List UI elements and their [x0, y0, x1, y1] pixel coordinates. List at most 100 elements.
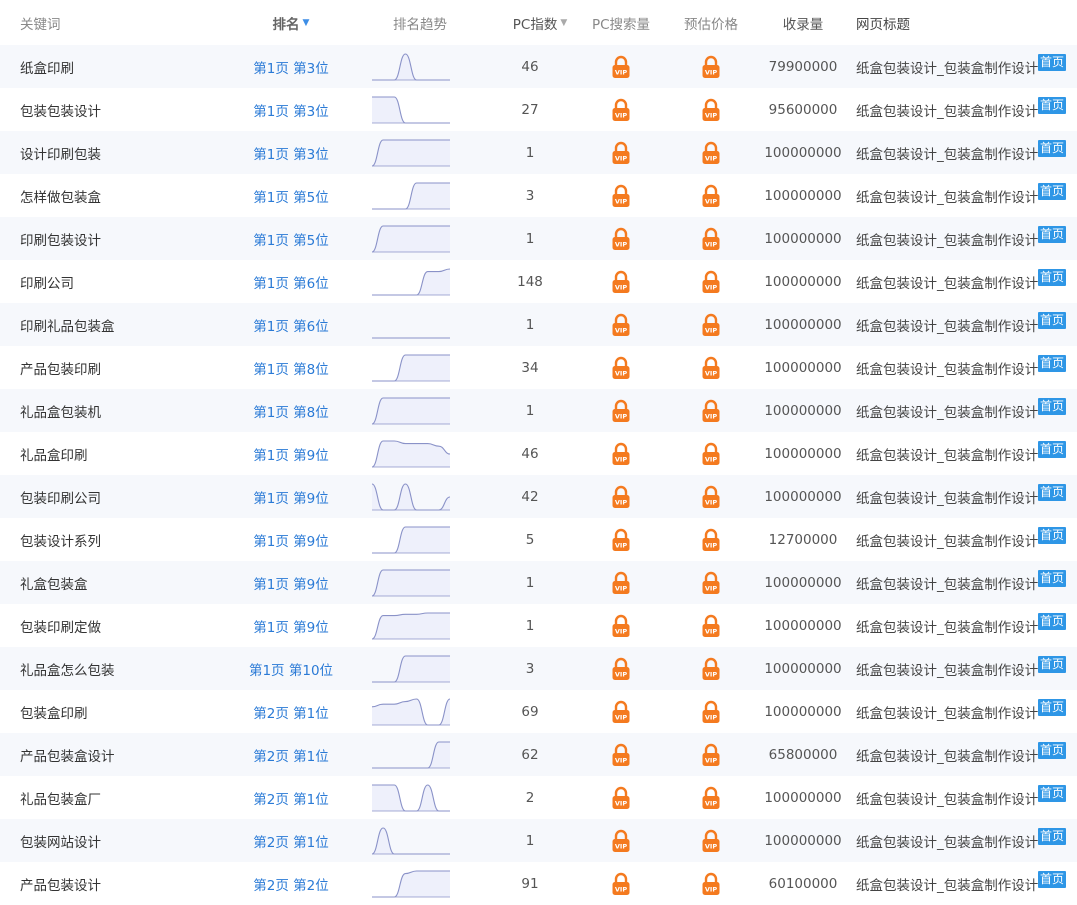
vip-lock-icon[interactable]: VIP: [675, 690, 747, 733]
page-title-link[interactable]: 纸盒包装设计_包装盒制作设计: [856, 862, 1042, 905]
rank-link[interactable]: 第1页 第3位: [232, 45, 350, 88]
rank-link[interactable]: 第1页 第8位: [232, 346, 350, 389]
svg-text:VIP: VIP: [615, 154, 627, 162]
vip-lock-icon[interactable]: VIP: [585, 131, 657, 174]
vip-lock-icon[interactable]: VIP: [675, 432, 747, 475]
rank-link[interactable]: 第2页 第1位: [232, 819, 350, 862]
rank-link[interactable]: 第1页 第5位: [232, 217, 350, 260]
vip-lock-icon[interactable]: VIP: [585, 346, 657, 389]
homepage-badge-cell: 首页: [1038, 518, 1066, 561]
homepage-badge: 首页: [1038, 312, 1066, 329]
vip-lock-icon[interactable]: VIP: [675, 733, 747, 776]
vip-lock-icon[interactable]: VIP: [675, 647, 747, 690]
page-title-link[interactable]: 纸盒包装设计_包装盒制作设计: [856, 432, 1042, 475]
vip-lock-icon[interactable]: VIP: [585, 690, 657, 733]
svg-text:VIP: VIP: [615, 885, 627, 893]
svg-text:VIP: VIP: [615, 197, 627, 205]
page-title-link[interactable]: 纸盒包装设计_包装盒制作设计: [856, 88, 1042, 131]
rank-link[interactable]: 第1页 第9位: [232, 561, 350, 604]
vip-lock-icon[interactable]: VIP: [675, 303, 747, 346]
vip-lock-icon[interactable]: VIP: [585, 45, 657, 88]
homepage-badge-cell: 首页: [1038, 733, 1066, 776]
indexed-count-cell: 100000000: [764, 488, 842, 505]
vip-lock-icon[interactable]: VIP: [675, 217, 747, 260]
page-title-link[interactable]: 纸盒包装设计_包装盒制作设计: [856, 561, 1042, 604]
rank-link[interactable]: 第1页 第10位: [232, 647, 350, 690]
page-title-link[interactable]: 纸盒包装设计_包装盒制作设计: [856, 174, 1042, 217]
page-title-link[interactable]: 纸盒包装设计_包装盒制作设计: [856, 346, 1042, 389]
vip-lock-icon[interactable]: VIP: [585, 819, 657, 862]
rank-link[interactable]: 第2页 第1位: [232, 776, 350, 819]
vip-lock-icon[interactable]: VIP: [675, 131, 747, 174]
rank-link[interactable]: 第1页 第9位: [232, 518, 350, 561]
vip-lock-icon[interactable]: VIP: [585, 862, 657, 905]
vip-lock-icon[interactable]: VIP: [675, 260, 747, 303]
rank-link[interactable]: 第1页 第3位: [232, 88, 350, 131]
vip-lock-icon[interactable]: VIP: [675, 174, 747, 217]
svg-text:VIP: VIP: [615, 412, 627, 420]
page-title-link[interactable]: 纸盒包装设计_包装盒制作设计: [856, 45, 1042, 88]
header-rank-sort[interactable]: 排名 ▼: [232, 0, 350, 45]
vip-lock-icon[interactable]: VIP: [585, 733, 657, 776]
homepage-badge-cell: 首页: [1038, 389, 1066, 432]
page-title-link[interactable]: 纸盒包装设计_包装盒制作设计: [856, 131, 1042, 174]
vip-lock-icon[interactable]: VIP: [675, 862, 747, 905]
page-title-link[interactable]: 纸盒包装设计_包装盒制作设计: [856, 475, 1042, 518]
svg-text:VIP: VIP: [705, 584, 717, 592]
rank-link[interactable]: 第2页 第1位: [232, 690, 350, 733]
vip-lock-icon[interactable]: VIP: [585, 604, 657, 647]
vip-lock-icon[interactable]: VIP: [585, 389, 657, 432]
vip-lock-icon[interactable]: VIP: [585, 561, 657, 604]
vip-lock-icon[interactable]: VIP: [675, 475, 747, 518]
vip-lock-icon[interactable]: VIP: [585, 475, 657, 518]
vip-lock-icon[interactable]: VIP: [675, 88, 747, 131]
rank-link[interactable]: 第1页 第3位: [232, 131, 350, 174]
vip-lock-icon[interactable]: VIP: [585, 303, 657, 346]
rank-link[interactable]: 第1页 第5位: [232, 174, 350, 217]
indexed-count-cell: 100000000: [764, 445, 842, 462]
vip-lock-icon[interactable]: VIP: [675, 389, 747, 432]
rank-link[interactable]: 第1页 第9位: [232, 432, 350, 475]
vip-lock-icon[interactable]: VIP: [585, 647, 657, 690]
vip-lock-icon[interactable]: VIP: [675, 45, 747, 88]
page-title-link[interactable]: 纸盒包装设计_包装盒制作设计: [856, 260, 1042, 303]
header-indexed: 收录量: [782, 16, 824, 33]
rank-link[interactable]: 第1页 第8位: [232, 389, 350, 432]
vip-lock-icon[interactable]: VIP: [675, 819, 747, 862]
page-title-link[interactable]: 纸盒包装设计_包装盒制作设计: [856, 604, 1042, 647]
vip-lock-icon[interactable]: VIP: [585, 518, 657, 561]
sort-down-icon[interactable]: ▼: [560, 18, 567, 28]
rank-link[interactable]: 第1页 第9位: [232, 604, 350, 647]
homepage-badge: 首页: [1038, 871, 1066, 888]
vip-lock-icon[interactable]: VIP: [585, 88, 657, 131]
rank-link[interactable]: 第2页 第1位: [232, 733, 350, 776]
rank-link[interactable]: 第1页 第9位: [232, 475, 350, 518]
vip-lock-icon[interactable]: VIP: [675, 561, 747, 604]
vip-lock-icon[interactable]: VIP: [585, 217, 657, 260]
page-title-link[interactable]: 纸盒包装设计_包装盒制作设计: [856, 389, 1042, 432]
page-title-link[interactable]: 纸盒包装设计_包装盒制作设计: [856, 819, 1042, 862]
sort-down-icon[interactable]: ▼: [303, 18, 310, 28]
rank-link[interactable]: 第1页 第6位: [232, 260, 350, 303]
vip-lock-icon[interactable]: VIP: [585, 776, 657, 819]
vip-lock-icon[interactable]: VIP: [675, 346, 747, 389]
page-title-link[interactable]: 纸盒包装设计_包装盒制作设计: [856, 518, 1042, 561]
pc-index-cell: 148: [517, 273, 543, 290]
vip-lock-icon[interactable]: VIP: [585, 432, 657, 475]
vip-lock-icon[interactable]: VIP: [675, 604, 747, 647]
vip-lock-icon[interactable]: VIP: [675, 776, 747, 819]
page-title-link[interactable]: 纸盒包装设计_包装盒制作设计: [856, 733, 1042, 776]
rank-link[interactable]: 第1页 第6位: [232, 303, 350, 346]
vip-lock-icon[interactable]: VIP: [585, 174, 657, 217]
homepage-badge-cell: 首页: [1038, 45, 1066, 88]
page-title-link[interactable]: 纸盒包装设计_包装盒制作设计: [856, 303, 1042, 346]
svg-text:VIP: VIP: [705, 197, 717, 205]
page-title-link[interactable]: 纸盒包装设计_包装盒制作设计: [856, 776, 1042, 819]
vip-lock-icon[interactable]: VIP: [675, 518, 747, 561]
page-title-link[interactable]: 纸盒包装设计_包装盒制作设计: [856, 217, 1042, 260]
page-title-link[interactable]: 纸盒包装设计_包装盒制作设计: [856, 647, 1042, 690]
rank-link[interactable]: 第2页 第2位: [232, 862, 350, 905]
page-title-link[interactable]: 纸盒包装设计_包装盒制作设计: [856, 690, 1042, 733]
vip-lock-icon[interactable]: VIP: [585, 260, 657, 303]
header-pc-index-sort[interactable]: PC指数 ▼: [500, 0, 580, 45]
